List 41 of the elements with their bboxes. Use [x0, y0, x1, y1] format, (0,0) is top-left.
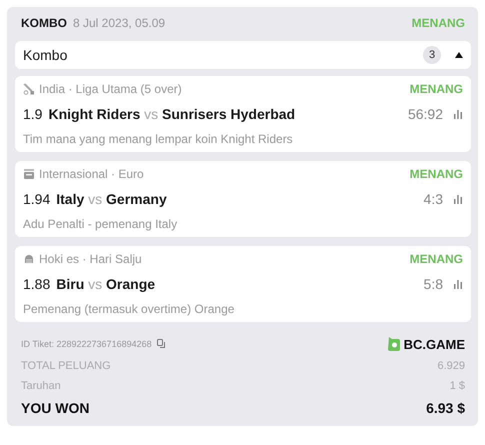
helmet-icon	[23, 253, 35, 265]
bat-ball-icon	[23, 83, 35, 95]
odds: 1.9	[23, 106, 42, 122]
copy-icon[interactable]	[156, 339, 167, 349]
market-description: Adu Penalti - pemenang Italy	[23, 217, 178, 231]
status-label: MENANG	[410, 82, 463, 96]
result-value: 6.93 $	[426, 400, 465, 416]
total-value: 6.929	[437, 360, 465, 372]
score: 56:92	[408, 106, 443, 122]
ticket-id: ID Tiket: 2289222736716894268	[21, 339, 152, 349]
result-label: YOU WON	[21, 400, 90, 416]
bet-date: 8 Jul 2023, 05.09	[73, 16, 166, 30]
logo-icon	[386, 336, 401, 352]
match-title: Italy vs Germany	[56, 191, 167, 207]
status-label: MENANG	[412, 16, 465, 30]
market-description: Pemenang (termasuk overtime) Orange	[23, 302, 236, 316]
status-label: MENANG	[410, 252, 463, 266]
league-name: Hoki es · Hari Salju	[39, 252, 142, 266]
badge-icon	[23, 168, 35, 180]
odds: 1.94	[23, 191, 50, 207]
stats-icon[interactable]	[453, 109, 463, 119]
total-label: Taruhan	[21, 380, 61, 392]
stats-icon[interactable]	[453, 194, 463, 204]
score: 5:8	[424, 276, 443, 292]
bet-type: KOMBO	[21, 16, 67, 30]
total-label: TOTAL PELUANG	[21, 360, 111, 372]
stats-icon[interactable]	[453, 279, 463, 289]
caret-icon	[455, 52, 463, 58]
score: 4:3	[424, 191, 443, 207]
match-title: Biru vs Orange	[56, 276, 156, 292]
market-description: Tim mana yang menang lempar koin Knight Riders	[23, 132, 294, 146]
combo-title: Kombo	[23, 47, 68, 63]
league-name: Internasional · Euro	[39, 167, 144, 181]
brand-name: BC.GAME	[404, 336, 465, 352]
league-name: India · Liga Utama (5 over)	[39, 82, 182, 96]
match-title: Knight Riders vs Sunrisers Hyderbad	[48, 106, 296, 122]
status-label: MENANG	[410, 167, 463, 181]
odds: 1.88	[23, 276, 50, 292]
total-value: 1 $	[450, 380, 465, 392]
combo-header[interactable]: Kombo 3	[15, 41, 471, 69]
leg-count: 3	[423, 46, 441, 64]
